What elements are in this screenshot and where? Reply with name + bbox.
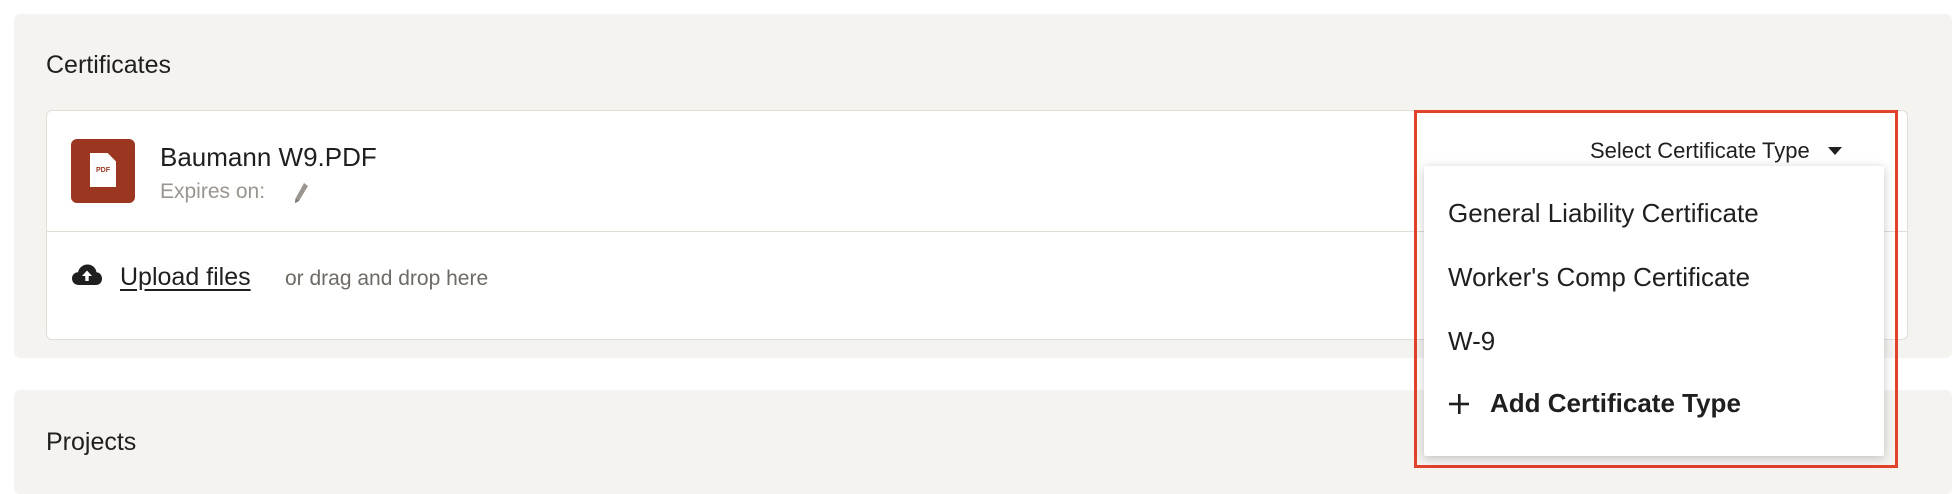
file-name[interactable]: Baumann W9.PDF [160, 142, 377, 173]
certificates-title: Certificates [46, 51, 172, 79]
plus-icon [1449, 393, 1469, 414]
pencil-icon[interactable] [291, 181, 311, 205]
upload-hint: or drag and drop here [285, 267, 489, 290]
chevron-down-icon [1827, 147, 1842, 155]
projects-title: Projects [46, 428, 137, 456]
pdf-label: PDF [96, 167, 110, 174]
select-placeholder: Select Certificate Type [1590, 138, 1810, 163]
option-w9[interactable]: W-9 [1448, 326, 1495, 357]
upload-files-link[interactable]: Upload files [120, 263, 251, 292]
certificate-type-select[interactable]: Select Certificate Type [1590, 136, 1842, 166]
expires-label: Expires on: [160, 180, 266, 203]
certificate-type-menu: General Liability Certificate Worker's C… [1424, 166, 1884, 456]
cloud-upload-icon [72, 264, 102, 285]
option-workers-comp[interactable]: Worker's Comp Certificate [1448, 262, 1750, 293]
add-certificate-type-label: Add Certificate Type [1490, 388, 1741, 418]
add-certificate-type-button[interactable]: Add Certificate Type [1448, 388, 1741, 419]
pdf-file-icon: PDF [71, 139, 135, 203]
document-icon: PDF [90, 153, 116, 187]
option-general-liability[interactable]: General Liability Certificate [1448, 198, 1759, 229]
